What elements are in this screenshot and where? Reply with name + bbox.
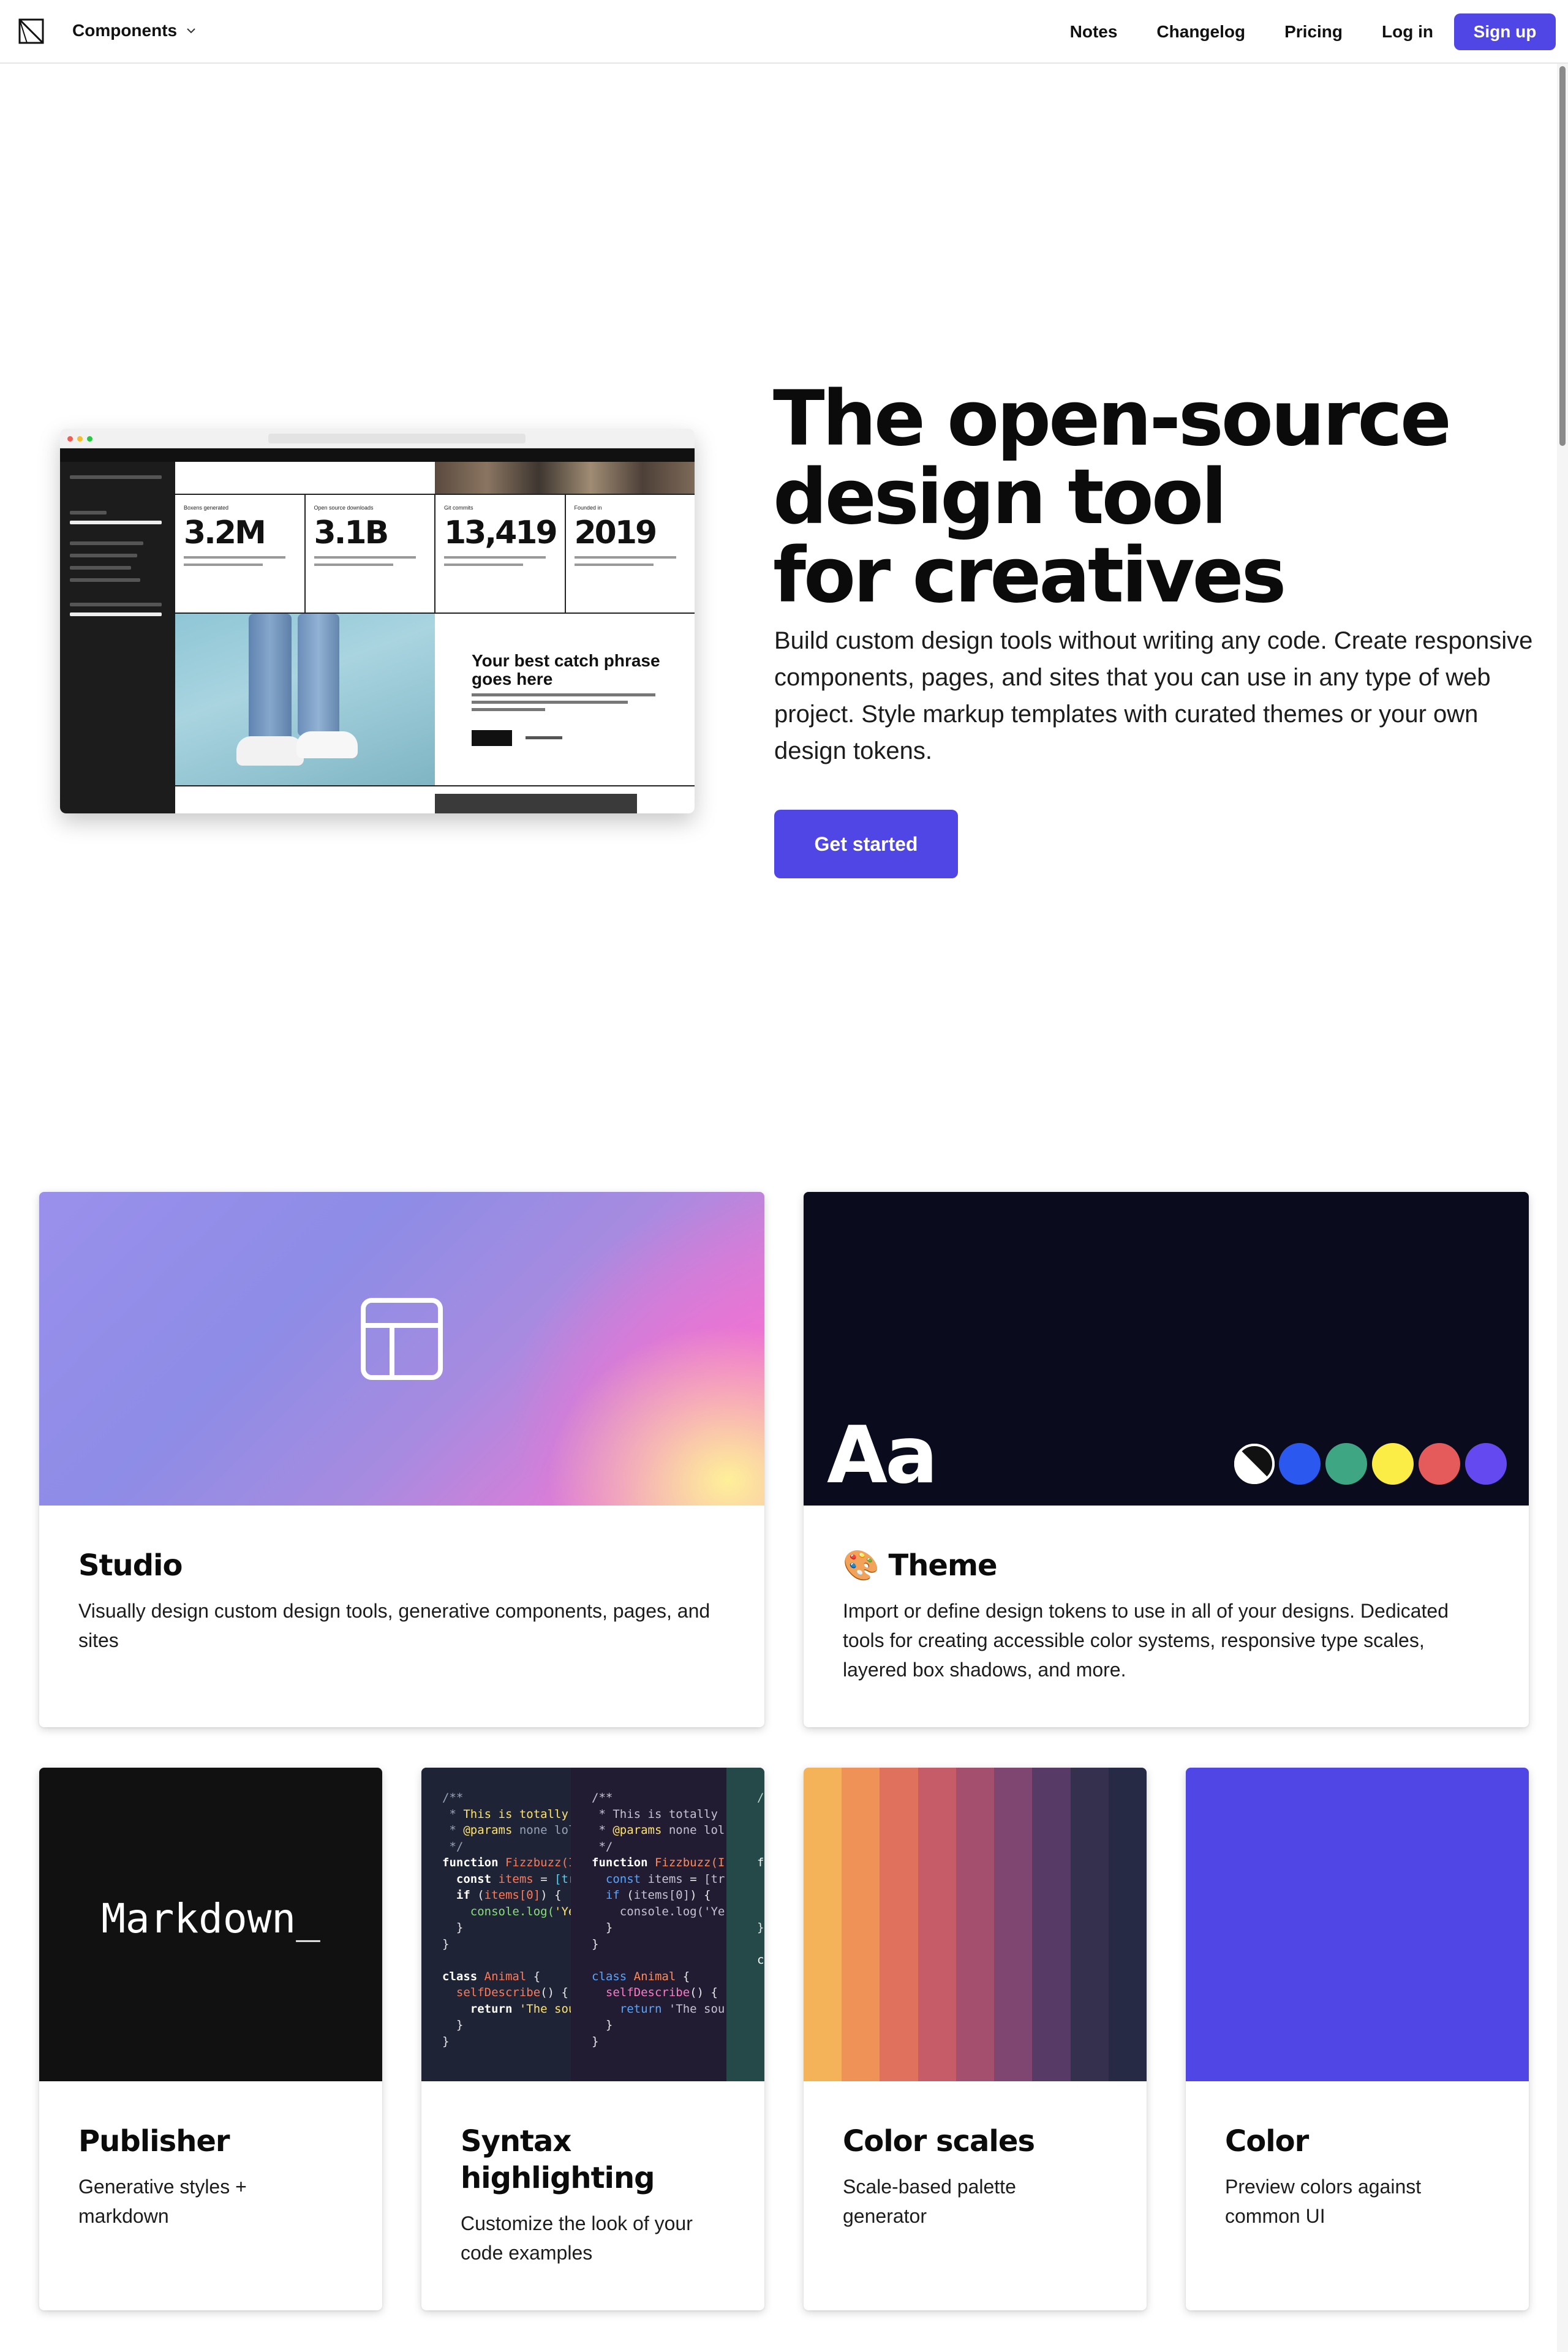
chevron-down-icon bbox=[187, 28, 195, 34]
publisher-card-image: Markdown_ bbox=[39, 1768, 382, 2081]
scale-stripe bbox=[1108, 1768, 1147, 2081]
hero-title: The open-source design tool for creative… bbox=[773, 380, 1532, 615]
type-sample: Aa bbox=[827, 1410, 938, 1501]
code-sample: / f } c bbox=[726, 1768, 764, 2081]
theme-title-text: Theme bbox=[888, 1548, 997, 1583]
color-swatch bbox=[1279, 1443, 1321, 1485]
scale-stripe bbox=[880, 1768, 918, 2081]
preview-stats: Boxens generated 3.2M Open source downloa… bbox=[175, 494, 695, 614]
stat-label: Open source downloads bbox=[314, 505, 374, 511]
studio-card[interactable]: Studio Visually design custom design too… bbox=[39, 1192, 764, 1727]
stat-value: 3.1B bbox=[314, 514, 390, 551]
nav-links: Notes Changelog Pricing Log in Sign up bbox=[1070, 13, 1556, 50]
syntax-title: Syntax highlighting bbox=[461, 2123, 655, 2196]
stat-value: 2019 bbox=[574, 514, 658, 551]
hero-title-line: design tool bbox=[773, 453, 1227, 541]
theme-card-image: Aa bbox=[804, 1192, 1529, 1506]
studio-description: Visually design custom design tools, gen… bbox=[78, 1600, 710, 1651]
contrast-swatch bbox=[1234, 1444, 1275, 1484]
theme-card[interactable]: Aa 🎨 Theme Import or define design token… bbox=[804, 1192, 1529, 1727]
top-navbar: Components Notes Changelog Pricing Log i… bbox=[0, 0, 1568, 64]
publisher-title: Publisher bbox=[78, 2124, 230, 2158]
color-swatch bbox=[1465, 1443, 1507, 1485]
browser-chrome bbox=[60, 429, 695, 448]
layout-icon bbox=[361, 1298, 443, 1380]
scale-stripe bbox=[842, 1768, 880, 2081]
hero-preview-screenshot: Boxens generated 3.2M Open source downloa… bbox=[60, 429, 695, 813]
components-menu-label: Components bbox=[72, 21, 178, 40]
studio-title: Studio bbox=[78, 1548, 183, 1583]
publisher-description: Generative styles + markdown bbox=[78, 2176, 247, 2227]
editor-sidebar bbox=[60, 462, 175, 813]
stat-label: Boxens generated bbox=[184, 505, 229, 511]
stat-label: Founded in bbox=[574, 505, 602, 511]
components-menu[interactable]: Components bbox=[72, 21, 198, 40]
theme-description: Import or define design tokens to use in… bbox=[843, 1600, 1449, 1681]
scale-stripe bbox=[956, 1768, 995, 2081]
color-swatch bbox=[1325, 1443, 1367, 1485]
syntax-title-line: highlighting bbox=[461, 2161, 655, 2195]
code-sample: /** * This is totally * @params none lol… bbox=[571, 1768, 726, 2081]
syntax-title-line: Syntax bbox=[461, 2124, 571, 2158]
login-link[interactable]: Log in bbox=[1382, 22, 1433, 42]
nav-link-changelog[interactable]: Changelog bbox=[1156, 22, 1245, 42]
color-card[interactable]: Color Preview colors against common UI bbox=[1186, 1768, 1529, 2310]
preview-photo bbox=[175, 614, 435, 785]
nav-link-notes[interactable]: Notes bbox=[1070, 22, 1118, 42]
hero-title-line: for creatives bbox=[773, 532, 1286, 620]
scale-stripe bbox=[1032, 1768, 1071, 2081]
syntax-card-image: /** * This is totally * @params none lol… bbox=[421, 1768, 764, 2081]
color-title: Color bbox=[1225, 2124, 1309, 2158]
publisher-card[interactable]: Markdown_ Publisher Generative styles + … bbox=[39, 1768, 382, 2310]
color-swatch bbox=[1372, 1443, 1414, 1485]
scale-stripe bbox=[804, 1768, 842, 2081]
studio-card-image bbox=[39, 1192, 764, 1506]
color-swatch bbox=[1419, 1443, 1460, 1485]
stat-value: 3.2M bbox=[184, 514, 266, 551]
syntax-card[interactable]: /** * This is totally * @params none lol… bbox=[421, 1768, 764, 2310]
code-sample: /** * This is totally * @params none lol… bbox=[421, 1768, 571, 2081]
stat-value: 13,419 bbox=[444, 514, 558, 551]
color-scales-title: Color scales bbox=[843, 2124, 1035, 2158]
color-scales-card[interactable]: Color scales Scale-based palette generat… bbox=[804, 1768, 1147, 2310]
palette-icon: 🎨 bbox=[843, 1548, 880, 1583]
color-scales-description: Scale-based palette generator bbox=[843, 2176, 1016, 2227]
hero-description: Build custom design tools without writin… bbox=[774, 627, 1533, 764]
signup-button[interactable]: Sign up bbox=[1454, 13, 1556, 50]
scale-stripe bbox=[1070, 1768, 1109, 2081]
color-card-image bbox=[1186, 1768, 1529, 2081]
markdown-preview: Markdown_ bbox=[101, 1895, 320, 1942]
scrollbar-thumb[interactable] bbox=[1559, 66, 1566, 446]
theme-title: 🎨 Theme bbox=[843, 1547, 998, 1584]
syntax-description: Customize the look of your code examples bbox=[461, 2212, 693, 2264]
get-started-button[interactable]: Get started bbox=[774, 810, 958, 878]
nav-link-pricing[interactable]: Pricing bbox=[1284, 22, 1343, 42]
stat-label: Git commits bbox=[444, 505, 473, 511]
hero-title-line: The open-source bbox=[773, 375, 1452, 463]
color-description: Preview colors against common UI bbox=[1225, 2176, 1422, 2227]
preview-catch-phrase: Your best catch phrase goes here bbox=[472, 651, 660, 688]
scale-stripe bbox=[994, 1768, 1033, 2081]
logo-icon[interactable] bbox=[18, 18, 44, 44]
color-scales-image bbox=[804, 1768, 1147, 2081]
scale-stripe bbox=[918, 1768, 956, 2081]
